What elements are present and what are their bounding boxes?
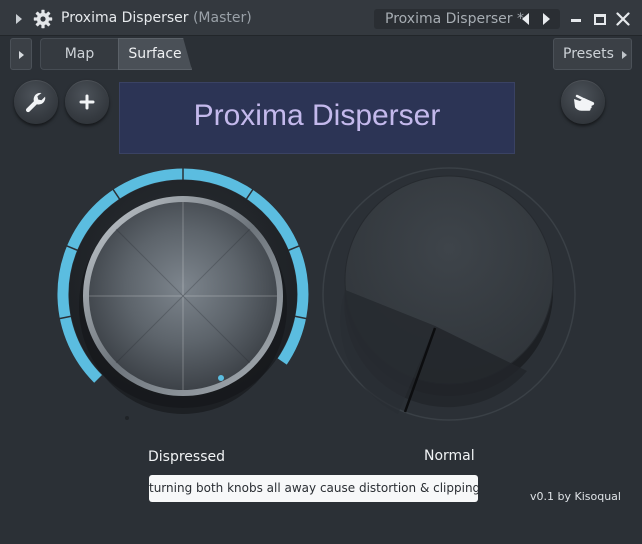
tab-surface[interactable]: Surface: [118, 38, 192, 70]
plugin-name-display: Proxima Disperser: [119, 82, 515, 154]
maximize-icon[interactable]: [594, 14, 606, 25]
plus-icon: [79, 94, 95, 110]
dispressed-indicator-dot: [218, 375, 224, 381]
normal-knob-label: Normal: [424, 448, 475, 464]
expand-arrow-icon: [19, 51, 24, 59]
window-title: Proxima Disperser (Master): [61, 10, 252, 26]
wrench-icon: [25, 92, 46, 113]
window-title-name: Proxima Disperser: [61, 10, 189, 26]
hand-pointer-icon: [574, 94, 595, 111]
display-text: Proxima Disperser: [193, 99, 441, 132]
preset-name-text: Proxima Disperser *: [385, 11, 524, 27]
gear-icon[interactable]: [33, 9, 53, 29]
dispressed-knob-label: Dispressed: [148, 449, 225, 465]
presets-arrow-icon: [622, 51, 627, 59]
title-bar: Proxima Disperser (Master) Proxima Dispe…: [0, 0, 642, 36]
settings-button[interactable]: [14, 80, 58, 124]
add-button[interactable]: [65, 80, 109, 124]
panel-toggle-button[interactable]: [10, 38, 32, 70]
bypass-button[interactable]: [561, 80, 605, 124]
close-icon[interactable]: [616, 12, 630, 26]
knobs-area: [57, 167, 576, 421]
next-preset-icon[interactable]: [543, 13, 550, 25]
previous-preset-icon[interactable]: [522, 13, 529, 25]
preset-name-field[interactable]: Proxima Disperser *: [374, 9, 560, 29]
presets-label: Presets: [563, 46, 614, 62]
tab-map[interactable]: Map: [40, 38, 118, 70]
normal-knob[interactable]: [322, 167, 576, 421]
dispressed-knob[interactable]: [57, 168, 309, 420]
version-label: v0.1 by Kisoqual: [530, 490, 621, 503]
tab-bar: Map Surface Presets: [10, 36, 632, 72]
minimize-icon[interactable]: [571, 19, 581, 22]
warning-note: turning both knobs all away cause distor…: [149, 475, 480, 502]
window-title-suffix: (Master): [192, 10, 252, 26]
plugin-menu-arrow-icon[interactable]: [16, 14, 22, 24]
presets-button[interactable]: Presets: [553, 38, 632, 70]
